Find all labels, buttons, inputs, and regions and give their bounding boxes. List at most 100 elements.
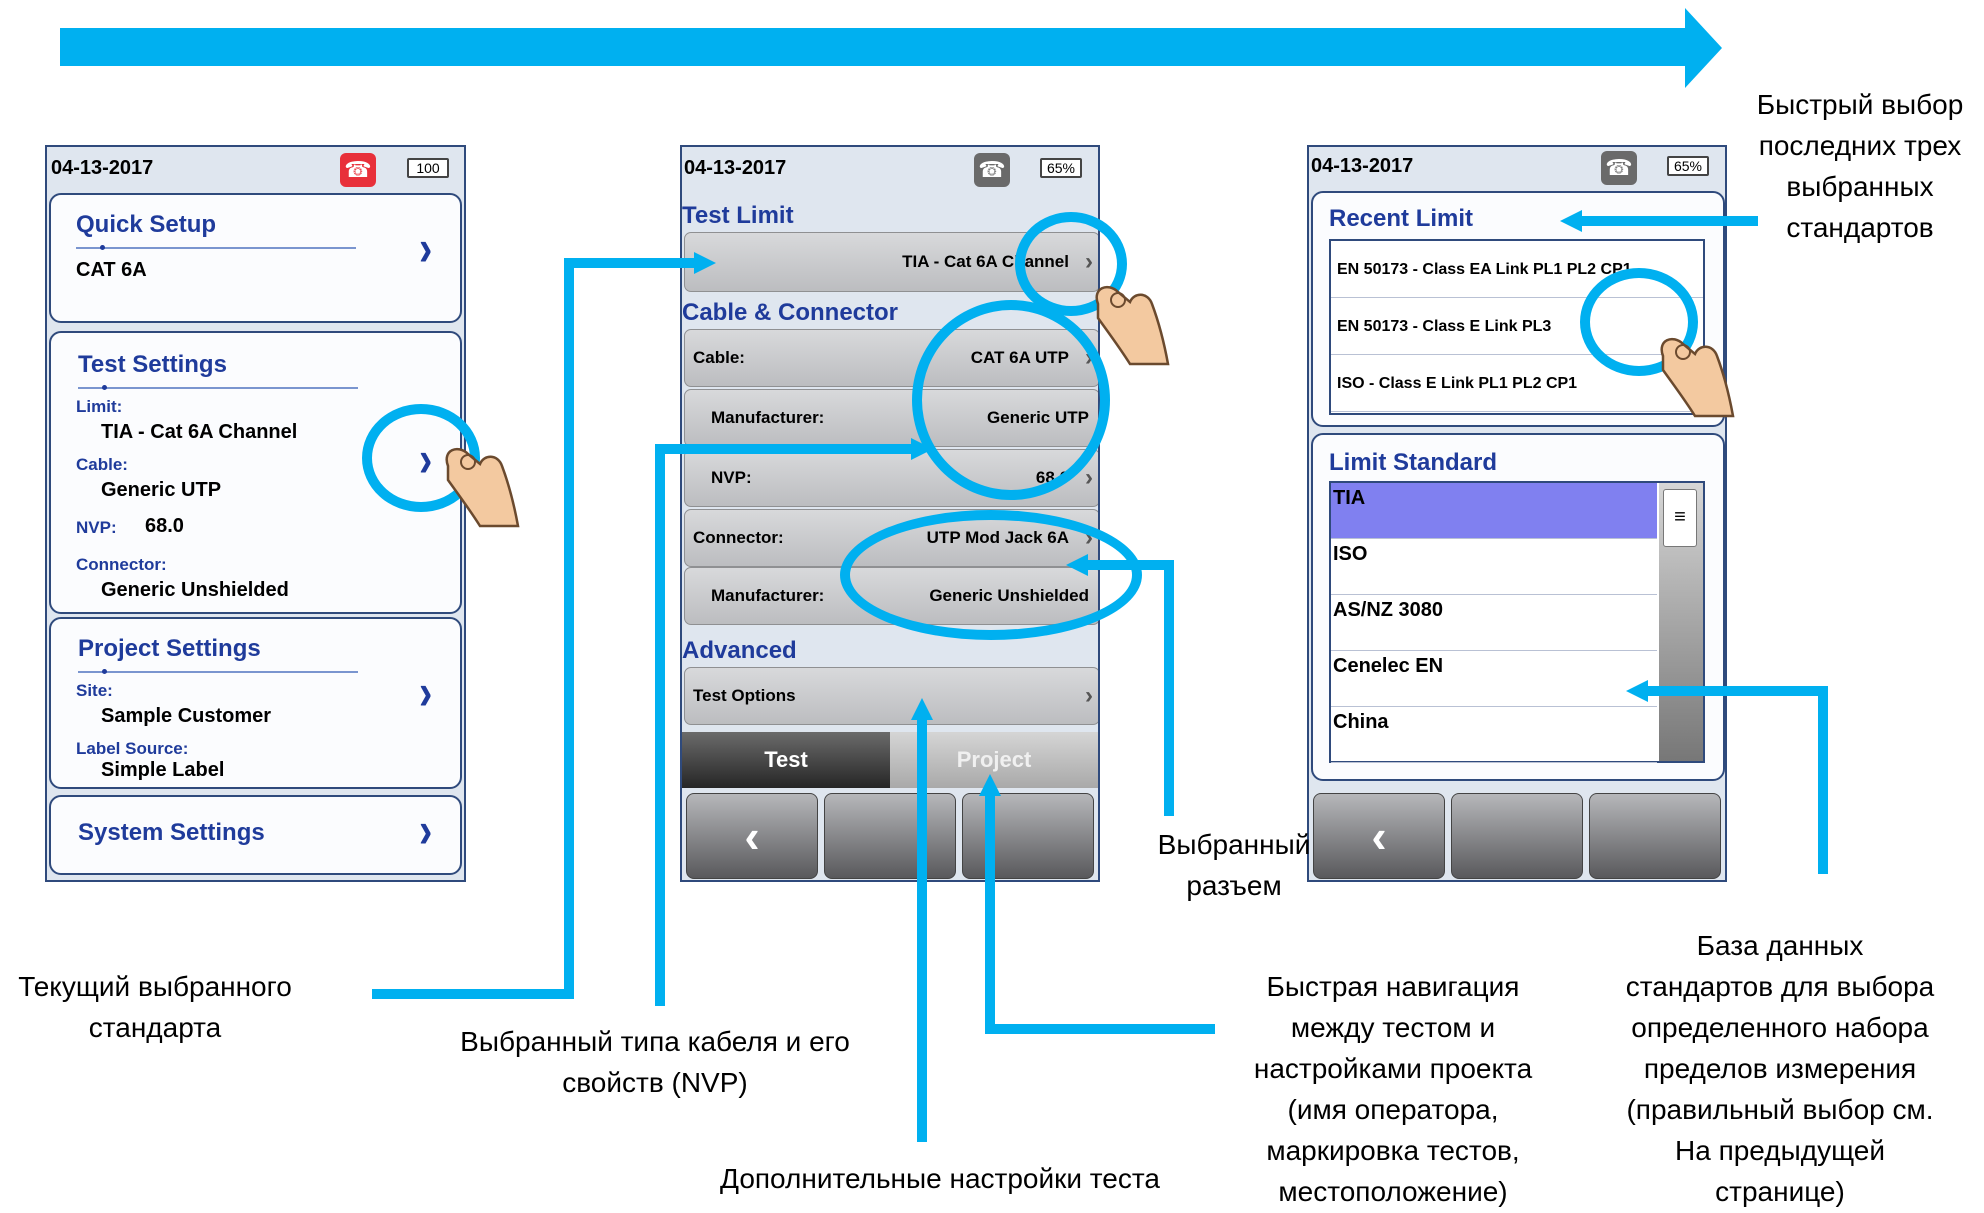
screen-limit-select: 04-13-2017 ☎ 65% Recent Limit EN 50173 -…: [1307, 145, 1727, 882]
chevron-right-icon[interactable]: ›: [419, 665, 432, 721]
limit-standard-title: Limit Standard: [1329, 449, 1498, 476]
scrollbar[interactable]: ≡: [1659, 483, 1703, 761]
back-button[interactable]: ‹: [686, 793, 818, 879]
phone-icon[interactable]: ☎: [340, 153, 376, 187]
limit-value: TIA - Cat 6A Channel: [101, 421, 298, 443]
limit-standard-item[interactable]: TIA: [1331, 483, 1657, 539]
chevron-right-icon: ›: [1085, 682, 1093, 709]
arrow-head: [911, 438, 933, 460]
pointing-hand-icon: [1095, 285, 1170, 366]
progress-arrow-head: [1685, 8, 1722, 88]
pointing-hand-icon: [445, 447, 520, 528]
cable-value: Generic UTP: [101, 479, 222, 501]
limit-standard-list: TIA ISO AS/NZ 3080 Cenelec EN China ≡: [1329, 481, 1705, 763]
callout-line: [564, 258, 574, 999]
annotation-current-standard: Текущий выбранного стандарта: [18, 971, 292, 1043]
quick-setup-card[interactable]: Quick Setup CAT 6A ›: [49, 193, 462, 323]
test-project-tabbar: Test Project: [682, 732, 1098, 788]
row-label: NVP:: [711, 468, 752, 487]
limit-label: Limit:: [76, 397, 123, 416]
date-label: 04-13-2017: [51, 157, 154, 179]
chevron-right-icon[interactable]: ›: [419, 803, 432, 859]
callout-line: [985, 796, 995, 1034]
card-title: Test Settings: [78, 351, 227, 378]
label-source-label: Label Source:: [76, 739, 189, 758]
chevron-right-icon: ›: [1085, 464, 1093, 491]
site-label: Site:: [76, 681, 113, 700]
annotation-advanced: Дополнительные настройки теста: [720, 1163, 1160, 1194]
divider: [78, 669, 358, 674]
limit-standard-item[interactable]: ISO: [1331, 539, 1657, 595]
chevron-right-icon[interactable]: ›: [419, 221, 432, 277]
limit-standard-items: TIA ISO AS/NZ 3080 Cenelec EN China: [1331, 483, 1703, 763]
limit-standard-item[interactable]: China: [1331, 707, 1657, 763]
row-label: Connector:: [693, 528, 784, 547]
battery-indicator: 65%: [1040, 158, 1082, 178]
row-label: Manufacturer:: [711, 408, 825, 427]
row-label: Cable:: [693, 348, 745, 367]
pointing-hand-icon: [1660, 337, 1735, 418]
callout-line: [917, 718, 927, 1142]
nav-button-2[interactable]: [824, 793, 956, 879]
arrow-head: [911, 698, 933, 720]
callout-line: [1818, 686, 1828, 874]
nav-button-2[interactable]: [1451, 793, 1583, 879]
arrow-head: [1066, 554, 1088, 576]
site-value: Sample Customer: [101, 705, 272, 727]
nvp-label: NVP:: [76, 518, 117, 537]
recent-limit-title: Recent Limit: [1329, 205, 1474, 232]
section-title-advanced: Advanced: [682, 637, 797, 664]
nav-button-3[interactable]: [962, 793, 1094, 879]
section-title-test-limit: Test Limit: [682, 202, 794, 229]
annotation-quick-nav: Быстрая навигация между тестом и настрой…: [1253, 971, 1533, 1207]
callout-line: [564, 258, 694, 268]
phone-icon[interactable]: ☎: [974, 153, 1010, 187]
battery-indicator: 65%: [1667, 156, 1709, 176]
quick-setup-value: CAT 6A: [76, 259, 147, 281]
section-title-cable-connector: Cable & Connector: [682, 299, 899, 326]
limit-standard-item[interactable]: AS/NZ 3080: [1331, 595, 1657, 651]
test-options-label: Test Options: [693, 686, 796, 705]
progress-arrow-shaft: [60, 28, 1690, 66]
callout-line: [1088, 560, 1174, 570]
callout-line: [1648, 686, 1828, 696]
arrow-head: [1560, 210, 1582, 232]
nvp-value: 68.0: [145, 515, 184, 537]
callout-line: [655, 444, 911, 454]
battery-indicator: 100: [407, 158, 449, 178]
project-settings-card[interactable]: Project Settings Site: Sample Customer L…: [49, 617, 462, 789]
row-label: Manufacturer:: [711, 586, 825, 605]
test-options-row[interactable]: Test Options ›: [684, 667, 1098, 725]
tab-test[interactable]: Test: [682, 732, 890, 788]
callout-line: [655, 444, 665, 1006]
chevron-left-icon: ‹: [1371, 810, 1387, 862]
chevron-left-icon: ‹: [744, 810, 760, 862]
system-settings-card[interactable]: System Settings ›: [49, 795, 462, 875]
arrow-head: [979, 774, 1001, 796]
date-label: 04-13-2017: [684, 157, 787, 179]
screen-main-menu: 04-13-2017 ☎ 100 Quick Setup CAT 6A › Te…: [45, 145, 466, 882]
divider: [78, 385, 358, 390]
label-source-value: Simple Label: [101, 759, 225, 781]
cable-label: Cable:: [76, 455, 128, 474]
limit-standard-card: Limit Standard TIA ISO AS/NZ 3080 Cenelec E…: [1311, 433, 1725, 781]
callout-line: [985, 1024, 1215, 1034]
back-button[interactable]: ‹: [1313, 793, 1445, 879]
card-title: System Settings: [78, 819, 265, 846]
phone-icon[interactable]: ☎: [1601, 151, 1637, 185]
highlight-ring: [912, 300, 1110, 500]
scrollbar-thumb[interactable]: ≡: [1663, 489, 1697, 547]
callout-line: [1580, 216, 1758, 226]
nav-button-3[interactable]: [1589, 793, 1721, 879]
connector-label: Connector:: [76, 555, 167, 574]
card-title: Project Settings: [78, 635, 261, 662]
date-label: 04-13-2017: [1311, 155, 1414, 177]
annotation-cable-type: Выбранный типа кабеля и его свойств (NVP…: [460, 1026, 850, 1098]
annotation-recent-quick: Быстрый выбор последних трех выбранных с…: [1756, 89, 1964, 243]
connector-value: Generic Unshielded: [101, 579, 289, 601]
highlight-ring: [840, 510, 1142, 640]
arrow-head: [694, 252, 716, 274]
arrow-head: [1626, 680, 1648, 702]
limit-standard-item[interactable]: Cenelec EN: [1331, 651, 1657, 707]
divider: [76, 245, 356, 250]
